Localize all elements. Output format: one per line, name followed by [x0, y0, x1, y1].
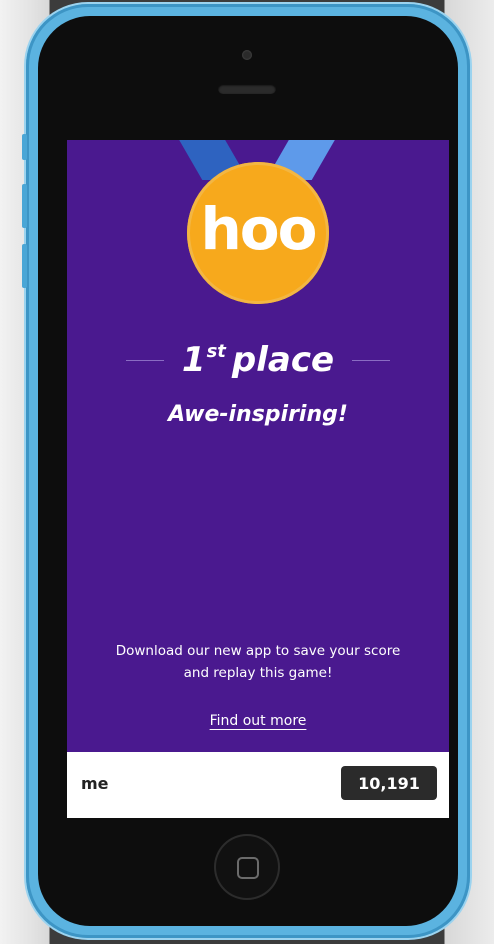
- game-result-screen: hoo 1st place Awe-inspiring! Download our…: [67, 140, 449, 818]
- volume-up-button: [22, 184, 27, 228]
- home-button-square: [237, 857, 259, 879]
- player-name: me: [81, 774, 109, 793]
- score-bar: me 10,191: [67, 752, 449, 818]
- heading-rule-right: [352, 359, 391, 361]
- place-suffix: st: [206, 341, 226, 362]
- gold-medal-icon: hoo: [187, 162, 329, 304]
- promo-line-2: and replay this game!: [183, 665, 333, 681]
- find-out-more-row: Find out more: [67, 710, 449, 729]
- mute-switch: [22, 134, 27, 160]
- promo-line-1: Download our new app to save your score: [115, 643, 401, 659]
- volume-down-button: [22, 244, 27, 288]
- home-button-icon[interactable]: [214, 834, 280, 900]
- score-badge: 10,191: [341, 766, 437, 800]
- medal-logo-text: hoo: [200, 195, 318, 263]
- placement-heading: 1st place: [67, 338, 449, 382]
- find-out-more-link[interactable]: Find out more: [210, 713, 307, 729]
- front-camera-icon: [242, 50, 252, 60]
- app-promo-text: Download our new app to save your score …: [77, 640, 439, 684]
- placement-text: 1st place: [182, 340, 334, 380]
- place-word: place: [231, 340, 335, 380]
- heading-rule-left: [125, 359, 164, 361]
- place-number: 1: [181, 340, 206, 380]
- result-tagline: Awe-inspiring!: [168, 402, 348, 427]
- speaker-grille-icon: [218, 84, 276, 94]
